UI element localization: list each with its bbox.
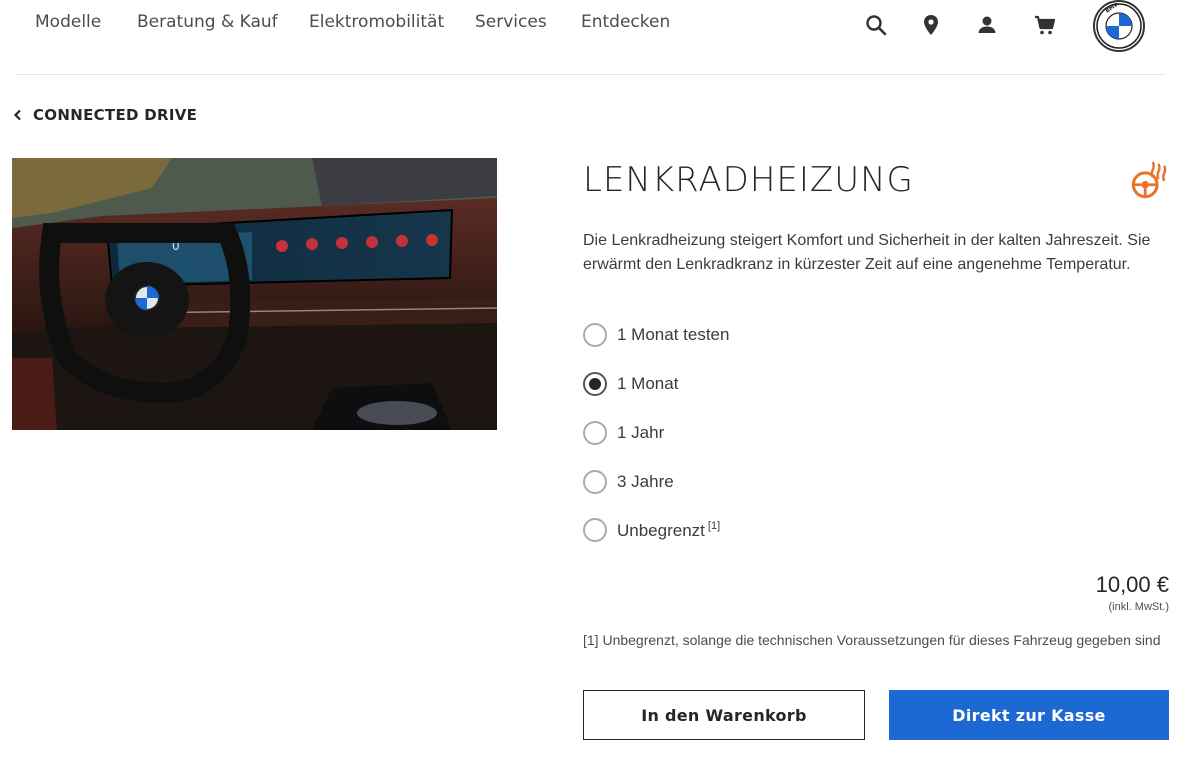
page-title: LENKRADHEIZUNG: [583, 160, 914, 200]
search-icon[interactable]: [864, 13, 888, 37]
add-to-cart-button[interactable]: In den Warenkorb: [583, 690, 865, 740]
top-navigation: Modelle Beratung & Kauf Elektromobilität…: [0, 0, 1200, 52]
back-link-label: CONNECTED DRIVE: [33, 106, 198, 124]
radio-1-jahr[interactable]: [583, 421, 607, 445]
checkout-button[interactable]: Direkt zur Kasse: [889, 690, 1169, 740]
price: 10,00 €: [1095, 572, 1169, 597]
radio-unbegrenzt[interactable]: [583, 518, 607, 542]
footnote-marker: [1]: [707, 519, 721, 532]
nav-item-elektromobilitaet[interactable]: Elektromobilität: [309, 12, 444, 32]
chevron-left-icon: [13, 109, 21, 121]
nav-item-modelle[interactable]: Modelle: [35, 12, 101, 32]
heated-steering-wheel-icon: [1131, 161, 1167, 199]
option-label: 1 Jahr: [617, 423, 665, 442]
bmw-logo[interactable]: BMW: [1093, 0, 1145, 52]
back-link-connected-drive[interactable]: CONNECTED DRIVE: [13, 106, 197, 124]
bmw-roundel-icon: BMW: [1096, 3, 1142, 49]
tax-note: (inkl. MwSt.): [1108, 601, 1170, 613]
option-label-text: Unbegrenzt: [617, 520, 705, 540]
option-3-jahre[interactable]: 3 Jahre: [583, 470, 674, 494]
option-label: Unbegrenzt [1]: [617, 520, 720, 541]
nav-item-beratung-kauf[interactable]: Beratung & Kauf: [137, 12, 278, 32]
radio-1-monat[interactable]: [583, 372, 607, 396]
user-account-icon[interactable]: [975, 13, 999, 37]
option-label: 1 Monat: [617, 374, 679, 393]
nav-item-entdecken[interactable]: Entdecken: [581, 12, 670, 32]
radio-3-jahre[interactable]: [583, 470, 607, 494]
option-label: 1 Monat testen: [617, 325, 730, 344]
nav-item-services[interactable]: Services: [475, 12, 547, 32]
product-description: Die Lenkradheizung steigert Komfort und …: [583, 232, 1151, 273]
option-unbegrenzt[interactable]: Unbegrenzt [1]: [583, 518, 720, 542]
location-pin-icon[interactable]: [919, 13, 943, 37]
header-divider: [16, 74, 1166, 75]
radio-1-monat-testen[interactable]: [583, 323, 607, 347]
footnote: [1] Unbegrenzt, solange die technischen …: [583, 632, 1161, 648]
shopping-cart-icon[interactable]: [1033, 13, 1057, 37]
option-1-jahr[interactable]: 1 Jahr: [583, 421, 664, 445]
option-1-monat[interactable]: 1 Monat: [583, 372, 678, 396]
product-image: 0: [12, 158, 497, 430]
option-1-monat-testen[interactable]: 1 Monat testen: [583, 323, 729, 347]
option-label: 3 Jahre: [617, 472, 674, 491]
